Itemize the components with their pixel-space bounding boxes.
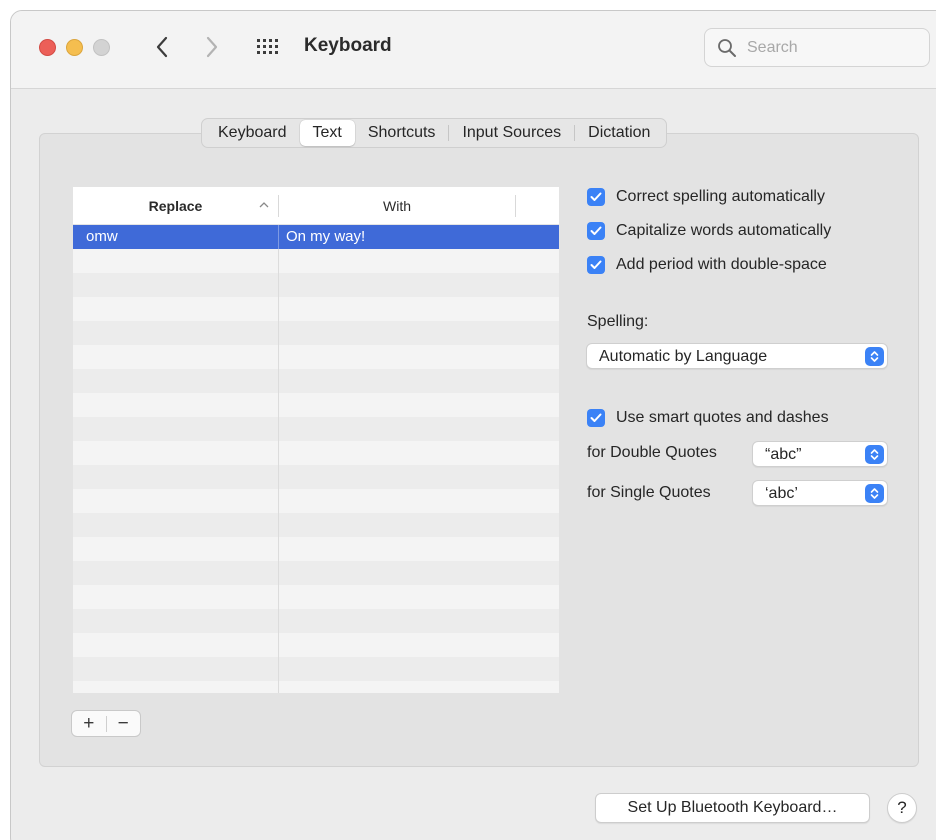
empty-row [73, 585, 559, 609]
correct-spelling-checkbox[interactable] [587, 188, 605, 206]
column-separator [278, 225, 279, 693]
back-button[interactable] [149, 34, 175, 60]
empty-row [73, 345, 559, 369]
empty-row [73, 393, 559, 417]
single-quotes-value: ‘abc’ [765, 485, 798, 502]
single-quotes-popup[interactable]: ‘abc’ [752, 480, 888, 506]
empty-row [73, 633, 559, 657]
preferences-window: Keyboard Search Keyboard Text Shortcuts … [10, 10, 936, 840]
double-quotes-label: for Double Quotes [587, 444, 717, 461]
tab-bar: Keyboard Text Shortcuts Input Sources Di… [201, 118, 668, 148]
search-placeholder: Search [747, 39, 798, 56]
checkmark-icon [590, 226, 602, 235]
add-remove-control: + − [71, 710, 141, 737]
tab-shortcuts[interactable]: Shortcuts [355, 120, 449, 146]
text-replacement-table[interactable]: Replace With omw On my way! [73, 187, 559, 693]
chevron-right-icon [206, 36, 218, 58]
remove-replacement-button[interactable]: − [106, 711, 140, 736]
show-all-grid-button[interactable] [256, 36, 282, 58]
chevron-left-icon [156, 36, 168, 58]
search-field[interactable]: Search [704, 28, 930, 67]
zoom-window-button[interactable] [93, 39, 110, 56]
smart-quotes-option[interactable]: Use smart quotes and dashes [587, 409, 829, 427]
checkmark-icon [590, 260, 602, 269]
empty-row [73, 297, 559, 321]
chevron-up-down-icon [870, 449, 879, 460]
empty-row [73, 273, 559, 297]
sort-ascending-icon [259, 202, 269, 208]
empty-row [73, 441, 559, 465]
spelling-popup-stepper[interactable] [865, 347, 884, 366]
grid-icon [257, 39, 278, 54]
checkmark-icon [590, 192, 602, 201]
title-bar: Keyboard Search [11, 11, 936, 89]
empty-row [73, 657, 559, 681]
tab-dictation[interactable]: Dictation [575, 120, 663, 146]
empty-row [73, 489, 559, 513]
empty-row [73, 417, 559, 441]
capitalize-words-label: Capitalize words automatically [616, 222, 832, 239]
help-button[interactable]: ? [887, 793, 917, 823]
tab-keyboard[interactable]: Keyboard [205, 120, 300, 146]
column-header-replace[interactable]: Replace [73, 187, 278, 225]
close-window-button[interactable] [39, 39, 56, 56]
spelling-value: Automatic by Language [599, 348, 768, 365]
column-header-with[interactable]: With [279, 187, 515, 225]
correct-spelling-option[interactable]: Correct spelling automatically [587, 188, 825, 206]
set-up-bluetooth-keyboard-button[interactable]: Set Up Bluetooth Keyboard… [595, 793, 870, 823]
empty-row [73, 249, 559, 273]
single-quotes-label: for Single Quotes [587, 484, 711, 501]
single-quotes-stepper[interactable] [865, 484, 884, 503]
empty-row [73, 681, 559, 693]
table-rows: omw On my way! [73, 225, 559, 693]
empty-row [73, 561, 559, 585]
search-icon [718, 39, 736, 57]
double-quotes-stepper[interactable] [865, 445, 884, 464]
tab-text[interactable]: Text [299, 120, 355, 146]
add-period-checkbox[interactable] [587, 256, 605, 274]
column-divider[interactable] [515, 195, 516, 217]
table-header: Replace With [73, 187, 559, 225]
checkmark-icon [590, 413, 602, 422]
smart-quotes-checkbox[interactable] [587, 409, 605, 427]
tab-input-sources[interactable]: Input Sources [449, 120, 574, 146]
add-replacement-button[interactable]: + [72, 711, 106, 736]
chevron-up-down-icon [870, 488, 879, 499]
double-quotes-popup[interactable]: “abc” [752, 441, 888, 467]
empty-row [73, 513, 559, 537]
capitalize-words-checkbox[interactable] [587, 222, 605, 240]
minimize-window-button[interactable] [66, 39, 83, 56]
empty-row [73, 537, 559, 561]
smart-quotes-label: Use smart quotes and dashes [616, 409, 829, 426]
chevron-up-down-icon [870, 351, 879, 362]
add-period-option[interactable]: Add period with double-space [587, 256, 827, 274]
correct-spelling-label: Correct spelling automatically [616, 188, 825, 205]
add-period-label: Add period with double-space [616, 256, 827, 273]
empty-row [73, 609, 559, 633]
empty-row [73, 321, 559, 345]
table-row[interactable]: omw On my way! [73, 225, 559, 249]
window-title: Keyboard [304, 35, 392, 56]
cell-replace: omw [86, 228, 118, 245]
spelling-popup[interactable]: Automatic by Language [586, 343, 888, 369]
cell-with: On my way! [286, 228, 366, 245]
selection-column-gap [278, 225, 279, 249]
forward-button[interactable] [199, 34, 225, 60]
capitalize-words-option[interactable]: Capitalize words automatically [587, 222, 831, 240]
empty-row [73, 465, 559, 489]
empty-row [73, 369, 559, 393]
double-quotes-value: “abc” [765, 446, 802, 463]
spelling-label: Spelling: [587, 313, 649, 330]
